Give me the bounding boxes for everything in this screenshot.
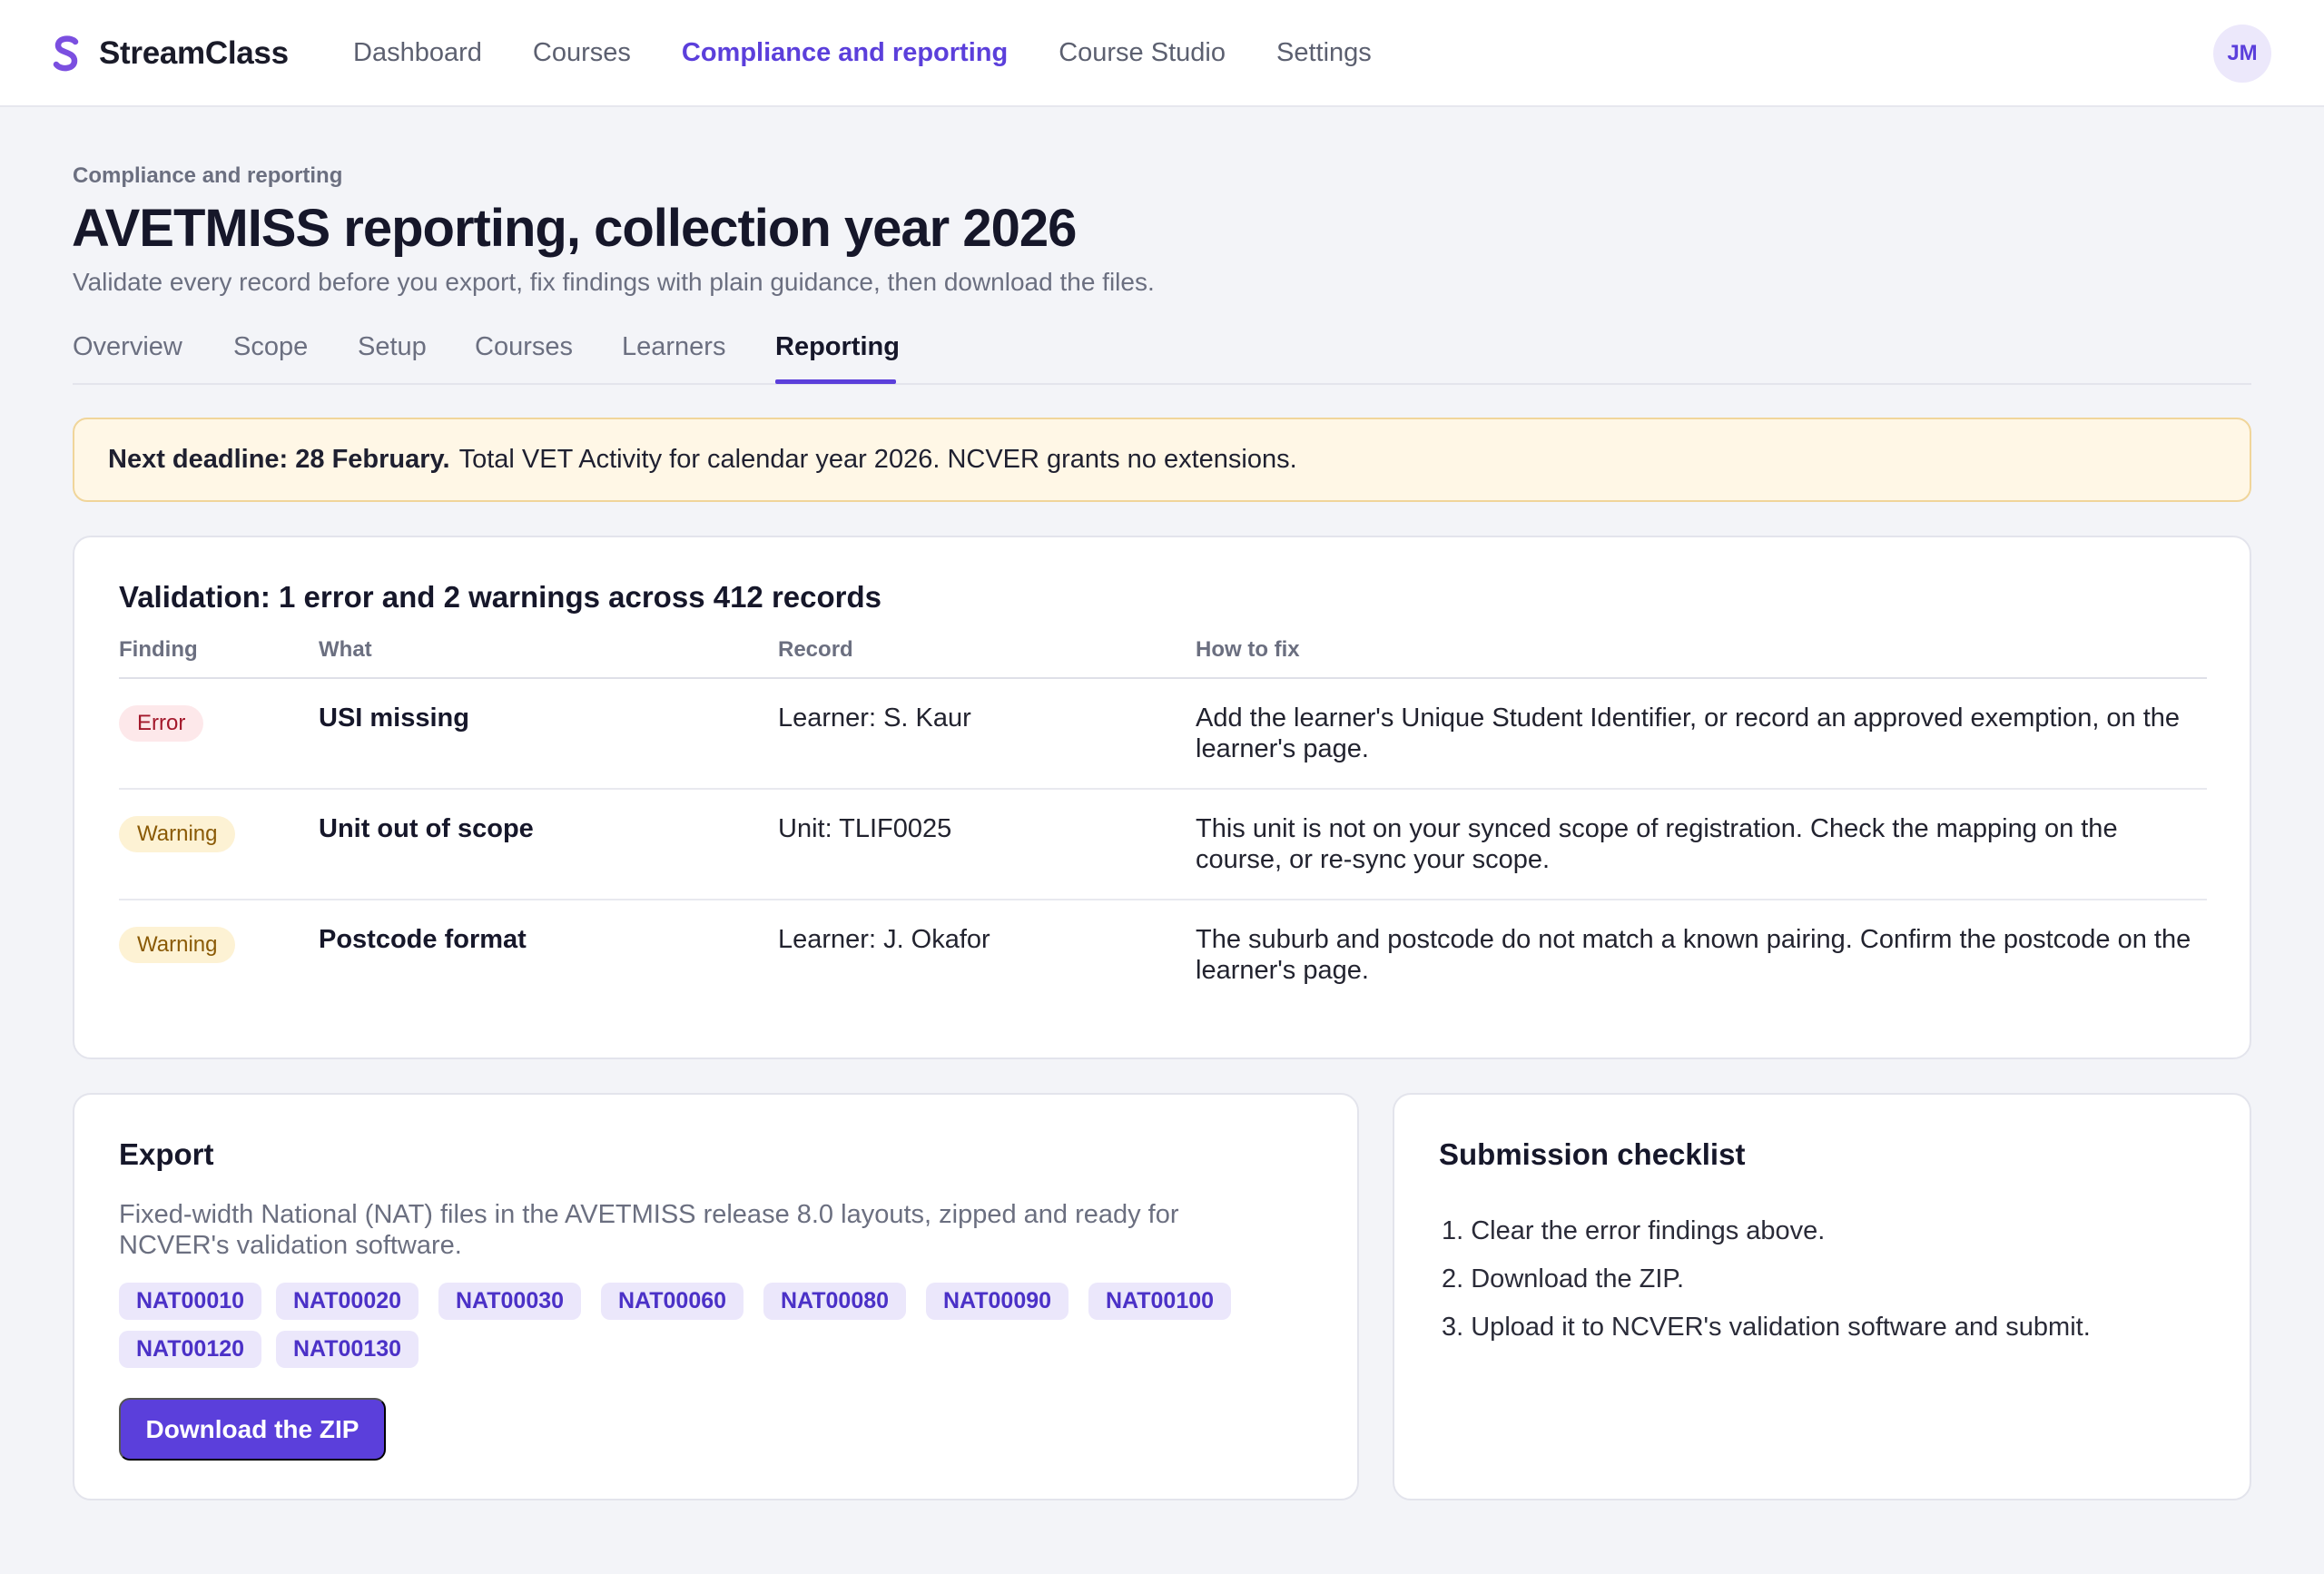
nav-item-courses[interactable]: Courses [533, 34, 631, 71]
checklist-items: 1. Clear the error findings above. 2. Do… [1442, 1207, 2091, 1352]
section-tabs: Overview Scope Setup Courses Learners Re… [73, 329, 2251, 385]
nat-file-chip: NAT00060 [601, 1283, 744, 1320]
finding-record[interactable]: Learner: S. Kaur [778, 703, 971, 733]
export-description: Fixed-width National (NAT) files in the … [119, 1200, 1179, 1260]
breadcrumb[interactable]: Compliance and reporting [73, 163, 342, 189]
validation-table: Finding What Record How to fix Error USI… [119, 637, 2207, 1011]
column-header-how-to-fix: How to fix [1196, 637, 1300, 662]
column-header-record: Record [778, 637, 853, 662]
table-header: Finding What Record How to fix [119, 637, 2207, 679]
page-title: AVETMISS reporting, collection year 2026 [72, 199, 1077, 258]
nav-item-dashboard[interactable]: Dashboard [353, 34, 482, 71]
streamclass-logo-icon [53, 35, 79, 72]
finding-what: USI missing [319, 703, 469, 733]
nat-file-chip: NAT00010 [119, 1283, 262, 1320]
severity-badge-warning: Warning [119, 927, 236, 963]
tab-learners[interactable]: Learners [622, 329, 725, 365]
nat-file-chip: NAT00100 [1088, 1283, 1232, 1320]
finding-record[interactable]: Unit: TLIF0025 [778, 813, 951, 844]
checklist-item: 2. Download the ZIP. [1442, 1264, 1685, 1294]
tab-setup[interactable]: Setup [358, 329, 427, 365]
finding-what: Postcode format [319, 925, 527, 954]
submission-checklist-card: Submission checklist 1. Clear the error … [1393, 1093, 2251, 1500]
nav-item-course-studio[interactable]: Course Studio [1059, 34, 1226, 71]
brand-name: StreamClass [99, 35, 289, 71]
severity-badge-error: Error [119, 705, 204, 742]
table-row[interactable]: Error USI missing Learner: S. Kaur Add t… [119, 679, 2207, 790]
table-row[interactable]: Warning Unit out of scope Unit: TLIF0025… [119, 790, 2207, 900]
export-card: Export Fixed-width National (NAT) files … [73, 1093, 1359, 1500]
nav-item-compliance-and-reporting[interactable]: Compliance and reporting [682, 34, 1008, 71]
tab-overview[interactable]: Overview [73, 329, 182, 365]
column-header-finding: Finding [119, 637, 198, 662]
page-subtitle: Validate every record before you export,… [73, 268, 1155, 296]
deadline-date: Next deadline: 28 February. [108, 445, 450, 474]
finding-record[interactable]: Learner: J. Okafor [778, 924, 990, 955]
nat-file-chip: NAT00130 [276, 1331, 419, 1368]
validation-card: Validation: 1 error and 2 warnings acros… [73, 536, 2251, 1059]
export-title: Export [119, 1137, 214, 1171]
download-zip-button[interactable]: Download the ZIP [119, 1398, 386, 1461]
nav-item-settings[interactable]: Settings [1276, 34, 1372, 71]
validation-title: Validation: 1 error and 2 warnings acros… [119, 580, 882, 614]
finding-fix: This unit is not on your synced scope of… [1196, 814, 2118, 874]
main-nav: Dashboard Courses Compliance and reporti… [353, 34, 1423, 71]
tab-reporting[interactable]: Reporting [775, 329, 900, 365]
tab-scope[interactable]: Scope [233, 329, 308, 365]
user-avatar[interactable]: JM [2213, 25, 2271, 83]
deadline-text: Total VET Activity for calendar year 202… [458, 445, 1297, 474]
nat-file-chip: NAT00020 [276, 1283, 419, 1320]
finding-what: Unit out of scope [319, 814, 534, 843]
checklist-title: Submission checklist [1439, 1137, 1746, 1171]
column-header-what: What [319, 637, 372, 662]
tab-courses[interactable]: Courses [475, 329, 573, 365]
nat-file-chip: NAT00120 [119, 1331, 262, 1368]
active-tab-indicator [775, 379, 896, 384]
nat-file-chip: NAT00080 [763, 1283, 907, 1320]
checklist-item: 1. Clear the error findings above. [1442, 1216, 1826, 1245]
finding-fix: Add the learner's Unique Student Identif… [1196, 703, 2181, 763]
table-row[interactable]: Warning Postcode format Learner: J. Okaf… [119, 900, 2207, 1011]
severity-badge-warning: Warning [119, 816, 236, 852]
nat-file-chip: NAT00090 [926, 1283, 1069, 1320]
deadline-banner: Next deadline: 28 February. Total VET Ac… [73, 418, 2251, 502]
finding-fix: The suburb and postcode do not match a k… [1196, 925, 2191, 985]
checklist-item: 3. Upload it to NCVER's validation softw… [1442, 1313, 2091, 1342]
top-navigation-bar: StreamClass Dashboard Courses Compliance… [0, 0, 2324, 107]
brand-logo-link[interactable]: StreamClass [53, 33, 289, 74]
nat-file-chip: NAT00030 [438, 1283, 582, 1320]
